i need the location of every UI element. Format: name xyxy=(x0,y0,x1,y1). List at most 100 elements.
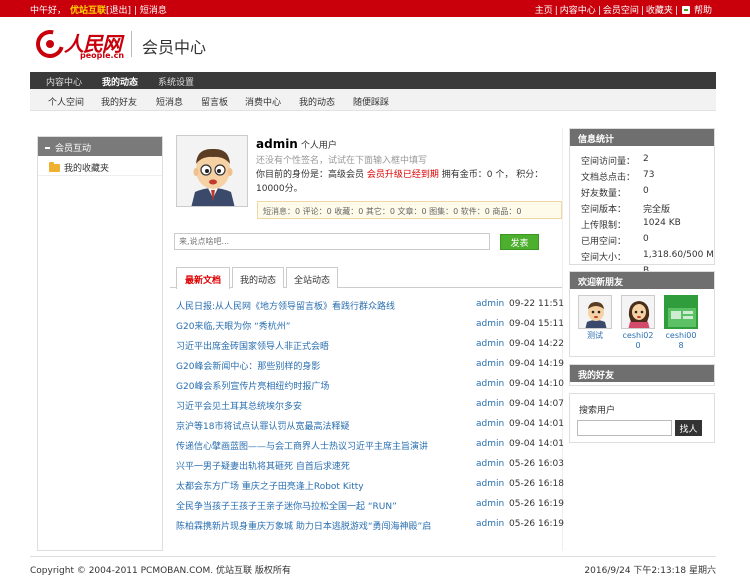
info-row-clicks: 文档总点击： 73 xyxy=(570,168,714,184)
article-date: 05-26 16:18 xyxy=(509,479,564,489)
search-user-input[interactable] xyxy=(577,420,672,436)
info-value: 0 xyxy=(643,234,649,244)
article-author-link[interactable]: admin xyxy=(476,479,504,489)
article-author-link[interactable]: admin xyxy=(476,339,504,349)
table-row: 传递信心擘画蓝图——与会工商界人士热议习近平主席主旨演讲 admin 09-04 1… xyxy=(176,436,564,456)
article-author-link[interactable]: admin xyxy=(476,459,504,469)
article-title-link[interactable]: G20来临,天眼为你 “秀杭州” xyxy=(176,319,290,332)
girl-avatar-icon xyxy=(622,296,654,328)
topbar-link-favorites[interactable]: 收藏夹 xyxy=(646,6,673,16)
table-row: 京沪等18市将试点认罪认罚从宽最高法释疑 admin 09-04 14:01 xyxy=(176,416,564,436)
sub-nav-messages[interactable]: 短消息 xyxy=(156,95,183,108)
article-author-link[interactable]: admin xyxy=(476,299,504,309)
article-title-link[interactable]: 传递信心擘画蓝图——与会工商界人士热议习近平主席主旨演讲 xyxy=(176,439,428,452)
article-title-link[interactable]: 习近平出席金砖国家领导人非正式会晤 xyxy=(176,339,329,352)
sub-nav-dynamics[interactable]: 我的动态 xyxy=(299,95,335,108)
info-key: 空间访问量： xyxy=(581,157,636,167)
username-link[interactable]: 优站互联 xyxy=(70,6,106,16)
article-title-link[interactable]: G20峰会系列宣传片亮相纽约时报广场 xyxy=(176,379,329,392)
topbar-link-space[interactable]: 会员空间 xyxy=(603,6,639,16)
article-title-link[interactable]: 习近平会见土耳其总统埃尔多安 xyxy=(176,399,302,412)
main-nav: 内容中心 我的动态 系统设置 xyxy=(30,72,716,89)
article-author-link[interactable]: admin xyxy=(476,359,504,369)
article-title-link[interactable]: 太都会东方广场 重庆之子田亮逢上Robot Kitty xyxy=(176,479,364,492)
left-sidebar: 会员互动 我的收藏夹 xyxy=(37,136,163,551)
friend-name: ceshi02 0 xyxy=(622,331,654,350)
profile-signature[interactable]: 还没有个性签名，试试在下面输入框中填写 xyxy=(256,153,427,166)
table-row: G20峰会系列宣传片亮相纽约时报广场 admin 09-04 14:10 xyxy=(176,376,564,396)
article-author-link[interactable]: admin xyxy=(476,419,504,429)
friend-item[interactable]: ceshi02 0 xyxy=(620,295,656,351)
info-key: 空间版本： xyxy=(581,205,627,215)
article-title-link[interactable]: 兴平一男子疑妻出轨将其砸死 自首后求速死 xyxy=(176,459,350,472)
info-row-version: 空间版本： 完全版 xyxy=(570,200,714,216)
topbar-divider: | xyxy=(597,6,601,16)
article-author-link[interactable]: admin xyxy=(476,499,504,509)
people-logo[interactable]: 人民网 people.cn xyxy=(30,24,136,64)
logout-link[interactable]: [退出] xyxy=(106,6,131,16)
greeting-text: 中午好， xyxy=(30,6,67,16)
main-nav-content[interactable]: 内容中心 xyxy=(46,75,82,88)
profile-stats: 短消息：0 评论：0 收藏：0 其它：0 文章：0 图集：0 软件：0 商品：0 xyxy=(257,201,562,219)
identity-text: 你目前的身份是：高级会员 xyxy=(256,170,367,180)
topbar-link-home[interactable]: 主页 xyxy=(535,6,553,16)
article-title-link[interactable]: G20峰会新闻中心：那些别样的身影 xyxy=(176,359,320,372)
messages-link[interactable]: 短消息 xyxy=(140,6,167,16)
profile-avatar[interactable] xyxy=(176,135,248,207)
tab-latest-docs[interactable]: 最新文档 xyxy=(176,267,230,289)
avatar xyxy=(664,295,698,329)
info-key: 已用空间： xyxy=(581,237,627,247)
article-author-link[interactable]: admin xyxy=(476,379,504,389)
topbar-link-content[interactable]: 内容中心 xyxy=(560,6,596,16)
article-title-link[interactable]: 京沪等18市将试点认罪认罚从宽最高法释疑 xyxy=(176,419,349,432)
article-author-link[interactable]: admin xyxy=(476,439,504,449)
sidebar-item-favorites[interactable]: 我的收藏夹 xyxy=(38,156,162,176)
upgrade-notice-link[interactable]: 会员升级已经到期 xyxy=(367,170,439,180)
friend-item[interactable]: ceshi00 8 xyxy=(663,295,699,351)
topbar-divider: | xyxy=(640,6,644,16)
article-title-link[interactable]: 陈柏霖携新片现身重庆万象城 助力日本逃脱游戏“勇闯海神殿”启 xyxy=(176,519,431,532)
sub-nav-guestbook[interactable]: 留言板 xyxy=(201,95,228,108)
topbar-divider: | xyxy=(554,6,558,16)
friend-item[interactable]: 测试 xyxy=(577,295,613,341)
main-nav-settings[interactable]: 系统设置 xyxy=(158,75,194,88)
sidebar-section-header[interactable]: 会员互动 xyxy=(38,137,162,156)
info-value: 73 xyxy=(643,170,655,180)
article-date: 05-26 16:19 xyxy=(509,499,564,509)
info-key: 上传限制： xyxy=(581,221,627,231)
info-row-friends: 好友数量： 0 xyxy=(570,184,714,200)
sub-nav-browse[interactable]: 随便踩踩 xyxy=(353,95,389,108)
article-date: 09-04 14:01 xyxy=(509,419,564,429)
sub-nav-friends[interactable]: 我的好友 xyxy=(101,95,137,108)
article-date: 09-04 14:01 xyxy=(509,439,564,449)
info-row-upload-limit: 上传限制： 1024 KB xyxy=(570,216,714,232)
info-stats-panel: 信息统计 空间访问量： 2 文档总点击： 73 好友数量： 0 空间版本： 完全版 上传… xyxy=(569,128,715,276)
article-date: 09-04 14:07 xyxy=(509,399,564,409)
avatar xyxy=(578,295,612,329)
sub-nav-consumption[interactable]: 消费中心 xyxy=(245,95,281,108)
my-friends-panel: 我的好友 xyxy=(569,364,715,386)
article-author-link[interactable]: admin xyxy=(476,319,504,329)
article-title-link[interactable]: 人民日报:从人民网《地方领导留言板》看践行群众路线 xyxy=(176,299,395,312)
info-key: 空间大小： xyxy=(581,253,627,263)
help-label: 帮助 xyxy=(693,6,712,16)
help-link[interactable]: 帮助 xyxy=(680,6,714,16)
article-author-link[interactable]: admin xyxy=(476,519,504,529)
article-author-link[interactable]: admin xyxy=(476,399,504,409)
profile-identity: 你目前的身份是：高级会员 会员升级已经到期 拥有金币：0 个， 积分：10000… xyxy=(256,168,556,196)
publish-button[interactable]: 发表 xyxy=(500,234,539,250)
article-date: 09-04 14:19 xyxy=(509,359,564,369)
tab-site-dynamics[interactable]: 全站动态 xyxy=(286,267,338,288)
tab-my-dynamics[interactable]: 我的动态 xyxy=(232,267,284,288)
info-value: 完全版 xyxy=(643,205,671,215)
status-input[interactable] xyxy=(174,233,490,250)
find-user-button[interactable]: 找人 xyxy=(675,420,702,436)
profile-username: admin xyxy=(256,137,298,151)
my-friends-title: 我的好友 xyxy=(570,365,714,382)
info-value: 1,318.60/500 M xyxy=(643,250,714,260)
main-nav-dynamics[interactable]: 我的动态 xyxy=(102,75,138,88)
article-title-link[interactable]: 全民争当孩子王孩子王亲子迷你马拉松全国一起 “RUN” xyxy=(176,499,397,512)
top-bar-links: 主页 | 内容中心 | 会员空间 | 收藏夹 | 帮助 xyxy=(535,3,714,16)
avatar xyxy=(621,295,655,329)
sub-nav-space[interactable]: 个人空间 xyxy=(48,95,84,108)
